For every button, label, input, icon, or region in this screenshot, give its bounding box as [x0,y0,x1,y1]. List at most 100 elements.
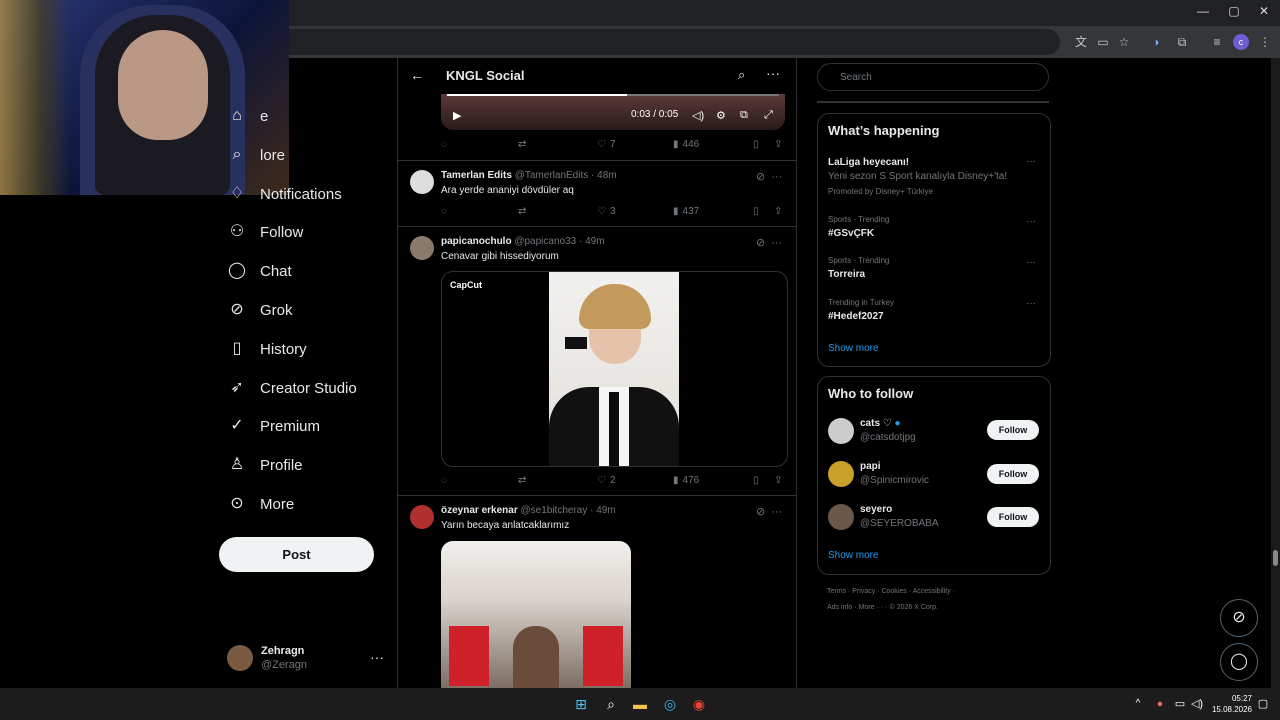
more-icon[interactable]: ··· [1026,156,1036,167]
chevron-up-icon[interactable]: ^ [1129,695,1147,713]
menu-icon[interactable]: ⋮ [1257,34,1273,50]
more-icon[interactable]: ··· [370,649,384,665]
trend-name[interactable]: #GSvÇFK [828,228,874,239]
views-button[interactable]: ▮ 476 [673,475,699,486]
nav-item-profile[interactable]: ♙ Profile [228,450,303,480]
minimize-icon[interactable]: — [1188,4,1218,18]
tweet-handle[interactable]: @papicano33 [514,236,576,247]
retweet-icon[interactable]: ⇄ [518,206,526,217]
taskbar-clock[interactable]: 05:27 15.08.2026 [1208,693,1252,715]
nav-item-creator-studio[interactable]: ➶ Creator Studio [228,373,356,403]
more-icon[interactable]: ··· [1026,257,1036,268]
translate-icon[interactable]: 文 [1073,34,1089,50]
nav-item-explore[interactable]: ⌕ lore [228,140,286,170]
reply-icon[interactable]: ◌ [441,475,447,486]
video-player[interactable]: ▶ 0:03 / 0:05 ◁) ⚙ ⧉ ⤢ [441,94,785,130]
account-switcher[interactable]: Zehragn @Zeragn ··· [227,643,387,675]
reply-icon[interactable]: ◌ [441,206,447,217]
grok-icon[interactable]: ⊘ ··· [756,505,782,518]
notification-icon[interactable]: ▢ [1254,695,1272,713]
nav-item-chat[interactable]: ◯ Chat [228,256,292,286]
tweet-time[interactable]: · 49m [579,236,605,247]
volume-icon[interactable]: ◁) [1188,695,1206,713]
show-more-link[interactable]: Show more [828,343,879,354]
avatar[interactable] [410,236,434,260]
tweet-time[interactable]: · 48m [591,170,617,181]
more-icon[interactable]: ··· [1026,298,1036,309]
tweet-handle[interactable]: @TamerlanEdits [515,170,589,181]
views-button[interactable]: ▮ 446 [673,139,699,150]
more-icon[interactable]: ··· [766,65,780,81]
like-button[interactable]: ♡ 3 [597,206,616,217]
bookmark-icon[interactable]: ▯ [753,475,759,486]
tweet-handle[interactable]: @se1bitcheray [521,505,588,516]
network-icon[interactable]: ▭ [1171,695,1189,713]
tweet-media-video[interactable]: CapCut [441,271,788,467]
bookmark-icon[interactable]: ▯ [753,206,759,217]
trend-name[interactable]: LaLiga heyecanı! [828,157,909,168]
footer-links[interactable]: Ads info · More ··· · © 2026 X Corp. [827,604,938,611]
edge-icon[interactable]: ◎ [661,695,679,713]
footer-links[interactable]: Terms · Privacy · Cookies · Accessibilit… [827,588,955,595]
nav-item-history[interactable]: ▯ History [228,334,307,364]
tweet-author[interactable]: Tamerlan Edits [441,170,512,181]
search-icon[interactable]: ⌕ [738,67,745,83]
play-icon[interactable]: ▶ [453,109,461,122]
follow-button[interactable]: Follow [987,507,1039,527]
avatar[interactable] [828,461,854,487]
scrollbar-thumb[interactable] [1273,550,1278,566]
cast-icon[interactable]: ▭ [1095,34,1111,50]
nav-item-grok[interactable]: ⊘ Grok [228,295,292,325]
fullscreen-icon[interactable]: ⤢ [764,109,773,122]
trend-name[interactable]: Torreira [828,269,865,280]
settings-icon[interactable]: ⚙ [716,109,726,122]
star-icon[interactable]: ☆ [1116,34,1132,50]
tweet-author[interactable]: özeynar erkenar [441,505,518,516]
avatar[interactable] [410,170,434,194]
follow-button[interactable]: Follow [987,420,1039,440]
wtf-name[interactable]: papi [860,461,881,472]
avatar[interactable] [410,505,434,529]
retweet-icon[interactable]: ⇄ [518,475,526,486]
close-icon[interactable]: ✕ [1249,4,1279,18]
maximize-icon[interactable]: ▢ [1219,4,1249,18]
share-icon[interactable]: ⇪ [774,475,782,486]
volume-icon[interactable]: ◁) [692,109,704,122]
retweet-icon[interactable]: ⇄ [518,139,526,150]
windows-start-icon[interactable]: ⊞ [572,695,590,713]
search-input[interactable]: Search [817,63,1049,91]
show-more-link[interactable]: Show more [828,550,879,561]
tweet-author[interactable]: papicanochulo [441,236,512,247]
extension-icon[interactable]: ◗ [1149,34,1165,50]
back-arrow-icon[interactable]: ← [410,67,424,83]
like-button[interactable]: ♡ 7 [597,139,616,150]
trend-name[interactable]: #Hedef2027 [828,311,884,322]
nav-item-notifications[interactable]: ♢ Notifications [228,179,342,209]
post-button[interactable]: Post [219,537,374,572]
profile-avatar[interactable]: c [1233,34,1249,50]
puzzle-icon[interactable]: ⧉ [1174,34,1190,50]
share-icon[interactable]: ⇪ [774,139,782,150]
nav-item-premium[interactable]: ✓ Premium [228,411,320,441]
chat-fab-icon[interactable]: ◯ [1220,643,1258,681]
follow-button[interactable]: Follow [987,464,1039,484]
scrollbar[interactable] [1271,58,1280,688]
video-progress[interactable] [447,94,779,96]
grok-fab-icon[interactable]: ⊘ [1220,599,1258,637]
mic-icon[interactable]: ● [1151,695,1169,713]
nav-item-follow[interactable]: ⚇ Follow [228,217,304,247]
pip-icon[interactable]: ⧉ [740,109,748,122]
grok-icon[interactable]: ⊘ ··· [756,170,782,183]
like-button[interactable]: ♡ 2 [597,475,616,486]
search-icon[interactable]: ⌕ [602,695,620,713]
avatar[interactable] [828,418,854,444]
avatar[interactable] [828,504,854,530]
share-icon[interactable]: ⇪ [774,206,782,217]
media-icon[interactable]: ≡ [1209,34,1225,50]
tweet-media-video[interactable] [441,541,631,688]
address-bar[interactable]: s [230,29,1060,55]
grok-icon[interactable]: ⊘ ··· [756,236,782,249]
wtf-name[interactable]: seyero [860,504,892,515]
chrome-icon[interactable]: ◉ [690,695,708,713]
folder-icon[interactable]: ▬ [631,695,649,713]
